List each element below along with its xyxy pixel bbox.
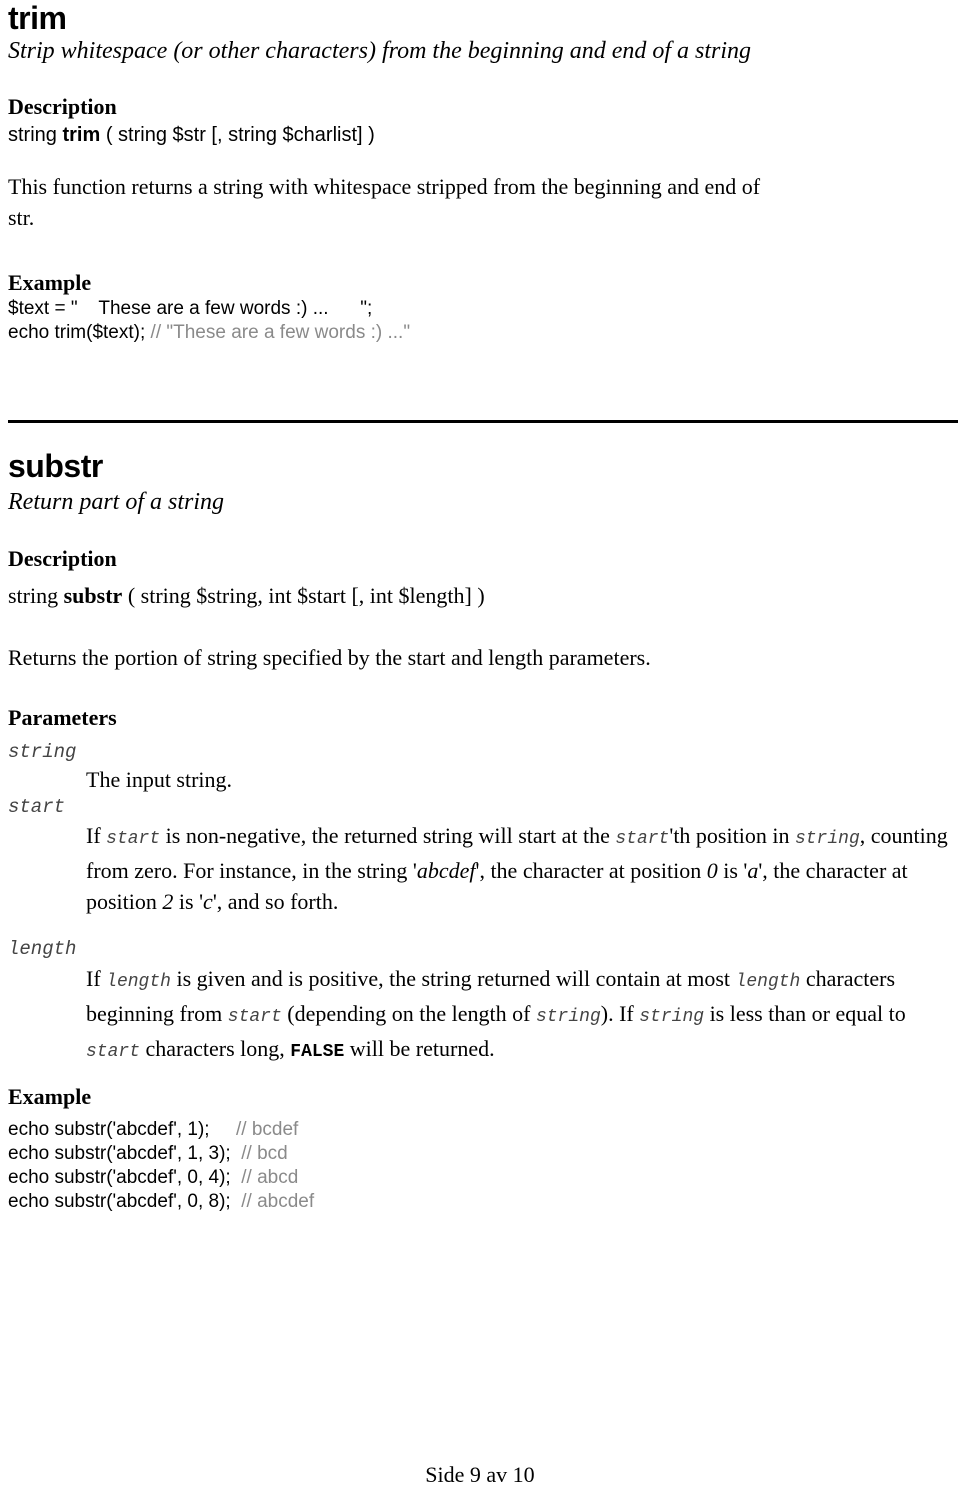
trim-description-line-2: str. (8, 205, 35, 230)
substr-description-text: Returns the portion of string specified … (8, 645, 651, 670)
inline-italic: a (747, 858, 759, 883)
substr-signature-name: substr (63, 583, 123, 608)
inline-code: start (106, 829, 161, 849)
trim-description-line-1: This function returns a string with whit… (8, 174, 761, 199)
text-run: is non-negative, the returned string wil… (160, 823, 616, 848)
substr-example-line: echo substr('abcdef', 1, 3); // bcd (8, 1142, 288, 1166)
param-description-length: If length is given and is positive, the … (86, 963, 956, 1068)
trim-example-line: $text = " These are a few words :) ... "… (8, 297, 372, 321)
example-code: echo substr('abcdef', 1, 3); (8, 1143, 242, 1164)
trim-tagline: Strip whitespace (or other characters) f… (8, 38, 752, 64)
text-run: 'th position in (669, 823, 795, 848)
substr-example-line: echo substr('abcdef', 0, 4); // abcd (8, 1166, 298, 1190)
inline-italic: abcdef (416, 858, 476, 883)
trim-example-line: echo trim($text); // "These are a few wo… (8, 321, 410, 345)
inline-code: string (535, 1007, 601, 1027)
trim-signature-return-type: string (8, 124, 57, 146)
page-number: Side 9 av 10 (425, 1462, 535, 1487)
section-divider (8, 420, 958, 423)
inline-italic: c (203, 889, 213, 914)
inline-italic: 2 (162, 889, 174, 914)
text-run: will be returned. (344, 1036, 495, 1061)
substr-example-line: echo substr('abcdef', 1); // bcdef (8, 1118, 298, 1142)
substr-tagline: Return part of a string (8, 489, 225, 515)
substr-parameters-heading: Parameters (8, 705, 117, 730)
trim-signature-params: ( string $str [, string $charlist] ) (105, 124, 375, 146)
inline-code: string (794, 829, 860, 849)
example-comment: // "These are a few words :) ..." (150, 322, 411, 343)
substr-example-heading: Example (8, 1084, 92, 1109)
text-run: If (86, 966, 107, 991)
text-run: is ' (717, 858, 748, 883)
trim-signature: string trim ( string $str [, string $cha… (8, 122, 375, 148)
trim-example-heading: Example (8, 270, 92, 295)
substr-signature-return-type: string (8, 583, 59, 608)
text-run: ). If (600, 1001, 640, 1026)
inline-code: start (615, 829, 670, 849)
inline-code: length (106, 972, 171, 992)
inline-code: string (639, 1007, 705, 1027)
inline-code: start (227, 1007, 282, 1027)
substr-example-line: echo substr('abcdef', 0, 8); // abcdef (8, 1190, 314, 1214)
param-name-start: start (8, 796, 66, 818)
example-comment: // bcd (241, 1143, 288, 1164)
param-description-string: The input string. (86, 767, 233, 792)
text-run: is ' (173, 889, 204, 914)
text-run: is less than or equal to (704, 1001, 906, 1026)
text-run: (depending on the length of (281, 1001, 536, 1026)
example-comment: // bcdef (235, 1119, 299, 1140)
text-run: ', the character at position (475, 858, 707, 883)
substr-description-heading: Description (8, 546, 117, 571)
example-comment: // abcd (241, 1167, 299, 1188)
trim-description-heading: Description (8, 94, 117, 119)
substr-signature-params: ( string $string, int $start [, int $len… (127, 583, 485, 608)
substr-title: substr (8, 448, 103, 484)
example-code: echo trim($text); (8, 322, 151, 343)
example-comment: // abcdef (241, 1191, 315, 1212)
example-code: $text = " These are a few words :) ... "… (8, 298, 373, 319)
param-name-length: length (8, 938, 77, 960)
inline-code: start (86, 1042, 141, 1062)
substr-signature: string substr ( string $string, int $sta… (8, 581, 485, 611)
inline-italic: 0 (706, 858, 718, 883)
text-run: characters long, (140, 1036, 291, 1061)
example-code: echo substr('abcdef', 0, 4); (8, 1167, 242, 1188)
example-code: echo substr('abcdef', 0, 8); (8, 1191, 242, 1212)
inline-constant: FALSE (290, 1042, 345, 1062)
trim-signature-name: trim (62, 124, 101, 146)
text-run: ', and so forth. (212, 889, 339, 914)
example-code: echo substr('abcdef', 1); (8, 1119, 236, 1140)
param-description-start: If start is non-negative, the returned s… (86, 820, 956, 917)
text-run: is given and is positive, the string ret… (170, 966, 736, 991)
trim-title: trim (8, 0, 67, 36)
text-run: If (86, 823, 107, 848)
param-name-string: string (8, 741, 77, 763)
inline-code: length (735, 972, 801, 992)
